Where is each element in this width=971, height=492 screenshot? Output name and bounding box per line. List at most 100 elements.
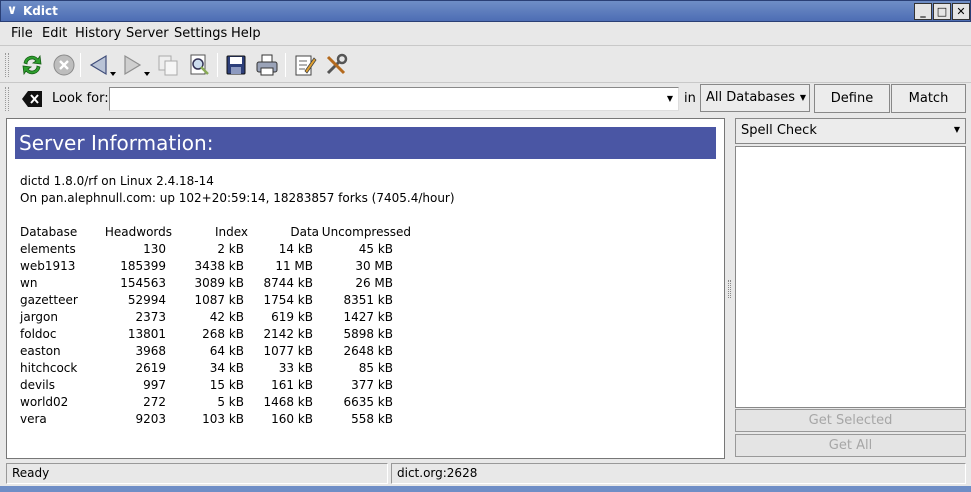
clear-icon[interactable] bbox=[21, 89, 43, 109]
edit-icon[interactable] bbox=[293, 53, 317, 77]
table-cell: 45 kB bbox=[358, 241, 393, 256]
table-cell: 2619 bbox=[135, 360, 166, 375]
table-cell: web1913 bbox=[20, 258, 76, 273]
column-header: Data bbox=[290, 224, 319, 239]
refresh-icon[interactable] bbox=[20, 53, 44, 77]
forward-icon[interactable] bbox=[122, 53, 152, 77]
table-cell: 14 kB bbox=[278, 241, 313, 256]
status-server: dict.org:2628 bbox=[391, 463, 966, 484]
table-cell: 2 kB bbox=[217, 241, 244, 256]
table-cell: 558 kB bbox=[351, 411, 393, 426]
table-cell: 161 kB bbox=[271, 377, 313, 392]
table-row: gazetteer 52994 1087 kB 1754 kB 8351 kB bbox=[20, 291, 413, 308]
table-header-row: Database Headwords Index Data Uncompress… bbox=[20, 223, 413, 240]
table-cell: 13801 bbox=[127, 326, 166, 341]
table-row: world02 272 5 kB 1468 kB 6635 kB bbox=[20, 393, 413, 410]
minimize-icon[interactable]: _ bbox=[914, 3, 932, 20]
copy-icon[interactable] bbox=[156, 53, 180, 77]
table-cell: 619 kB bbox=[271, 309, 313, 324]
table-row: elements 130 2 kB 14 kB 45 kB bbox=[20, 240, 413, 257]
table-cell: foldoc bbox=[20, 326, 57, 341]
maximize-icon[interactable]: □ bbox=[933, 3, 951, 20]
define-button[interactable]: Define bbox=[814, 84, 890, 113]
window-title: Kdict bbox=[23, 4, 58, 18]
table-cell: 377 kB bbox=[351, 377, 393, 392]
table-cell: 42 kB bbox=[209, 309, 244, 324]
table-cell: 154563 bbox=[120, 275, 166, 290]
table-cell: 30 MB bbox=[355, 258, 393, 273]
table-cell: 34 kB bbox=[209, 360, 244, 375]
toolbar-separator bbox=[80, 53, 81, 77]
title-bar: ∨ Kdict _ □ ✕ bbox=[0, 0, 971, 22]
menu-edit[interactable]: Edit bbox=[42, 26, 67, 41]
menu-help[interactable]: Help bbox=[231, 26, 261, 41]
look-for-label: Look for: bbox=[52, 91, 109, 106]
spell-check-select[interactable]: Spell Check ▼ bbox=[735, 118, 966, 144]
table-cell: 85 kB bbox=[358, 360, 393, 375]
window-menu-icon[interactable]: ∨ bbox=[4, 3, 20, 19]
close-icon[interactable]: ✕ bbox=[952, 3, 970, 20]
table-cell: 160 kB bbox=[271, 411, 313, 426]
status-message: Ready bbox=[6, 463, 388, 484]
table-cell: world02 bbox=[20, 394, 69, 409]
table-cell: 272 bbox=[143, 394, 166, 409]
table-cell: 2373 bbox=[135, 309, 166, 324]
suggestion-list[interactable] bbox=[735, 146, 966, 408]
chevron-down-icon: ▼ bbox=[953, 125, 960, 134]
table-cell: 3968 bbox=[135, 343, 166, 358]
toolbar-grip[interactable] bbox=[5, 53, 9, 77]
table-cell: 1468 kB bbox=[263, 394, 313, 409]
column-header: Headwords bbox=[104, 224, 172, 239]
table-cell: 26 MB bbox=[355, 275, 393, 290]
settings-icon[interactable] bbox=[324, 53, 348, 77]
menu-settings[interactable]: Settings bbox=[174, 26, 227, 41]
spell-check-value: Spell Check bbox=[741, 123, 817, 138]
menu-file[interactable]: File bbox=[11, 26, 33, 41]
table-cell: 1427 kB bbox=[343, 309, 393, 324]
menu-history[interactable]: History bbox=[75, 26, 121, 41]
server-version: dictd 1.8.0/rf on Linux 2.4.18-14 bbox=[20, 174, 214, 188]
get-selected-button[interactable]: Get Selected bbox=[735, 409, 966, 432]
table-cell: 11 MB bbox=[275, 258, 313, 273]
table-cell: hitchcock bbox=[20, 360, 78, 375]
table-cell: 52994 bbox=[127, 292, 166, 307]
chevron-down-icon[interactable]: ▼ bbox=[663, 89, 677, 109]
table-cell: gazetteer bbox=[20, 292, 78, 307]
database-select[interactable]: All Databases ▼ bbox=[700, 84, 810, 112]
print-icon[interactable] bbox=[255, 53, 279, 77]
search-input[interactable]: ▼ bbox=[109, 87, 679, 111]
find-icon[interactable] bbox=[187, 53, 211, 77]
table-cell: 2648 kB bbox=[343, 343, 393, 358]
table-cell: 3089 kB bbox=[194, 275, 244, 290]
table-row: devils 997 15 kB 161 kB 377 kB bbox=[20, 376, 413, 393]
table-cell: 997 bbox=[143, 377, 166, 392]
table-row: jargon 2373 42 kB 619 kB 1427 kB bbox=[20, 308, 413, 325]
result-heading: Server Information: bbox=[15, 127, 716, 159]
result-pane[interactable]: Server Information: dictd 1.8.0/rf on Li… bbox=[6, 118, 725, 459]
table-cell: 1087 kB bbox=[194, 292, 244, 307]
table-row: easton 3968 64 kB 1077 kB 2648 kB bbox=[20, 342, 413, 359]
table-cell: 1754 kB bbox=[263, 292, 313, 307]
table-cell: 5 kB bbox=[217, 394, 244, 409]
match-button[interactable]: Match bbox=[891, 84, 966, 113]
table-cell: 185399 bbox=[120, 258, 166, 273]
table-cell: 2142 kB bbox=[263, 326, 313, 341]
table-cell: 8744 kB bbox=[263, 275, 313, 290]
menu-server[interactable]: Server bbox=[126, 26, 169, 41]
back-icon[interactable] bbox=[88, 53, 118, 77]
table-row: foldoc 13801 268 kB 2142 kB 5898 kB bbox=[20, 325, 413, 342]
pane-splitter[interactable] bbox=[728, 280, 731, 298]
in-label: in bbox=[684, 91, 696, 106]
window-bottom-border bbox=[0, 486, 971, 492]
searchbar-grip[interactable] bbox=[5, 87, 9, 111]
column-header: Index bbox=[214, 224, 248, 239]
column-header: Database bbox=[20, 224, 78, 239]
get-all-button[interactable]: Get All bbox=[735, 434, 966, 457]
search-bar: Look for: ▼ in All Databases ▼ Define Ma… bbox=[0, 83, 971, 115]
table-row: hitchcock 2619 34 kB 33 kB 85 kB bbox=[20, 359, 413, 376]
stop-icon[interactable] bbox=[52, 53, 76, 77]
table-cell: jargon bbox=[20, 309, 58, 324]
table-cell: wn bbox=[20, 275, 38, 290]
menu-bar: File Edit History Server Settings Help bbox=[0, 22, 971, 46]
save-icon[interactable] bbox=[224, 53, 248, 77]
